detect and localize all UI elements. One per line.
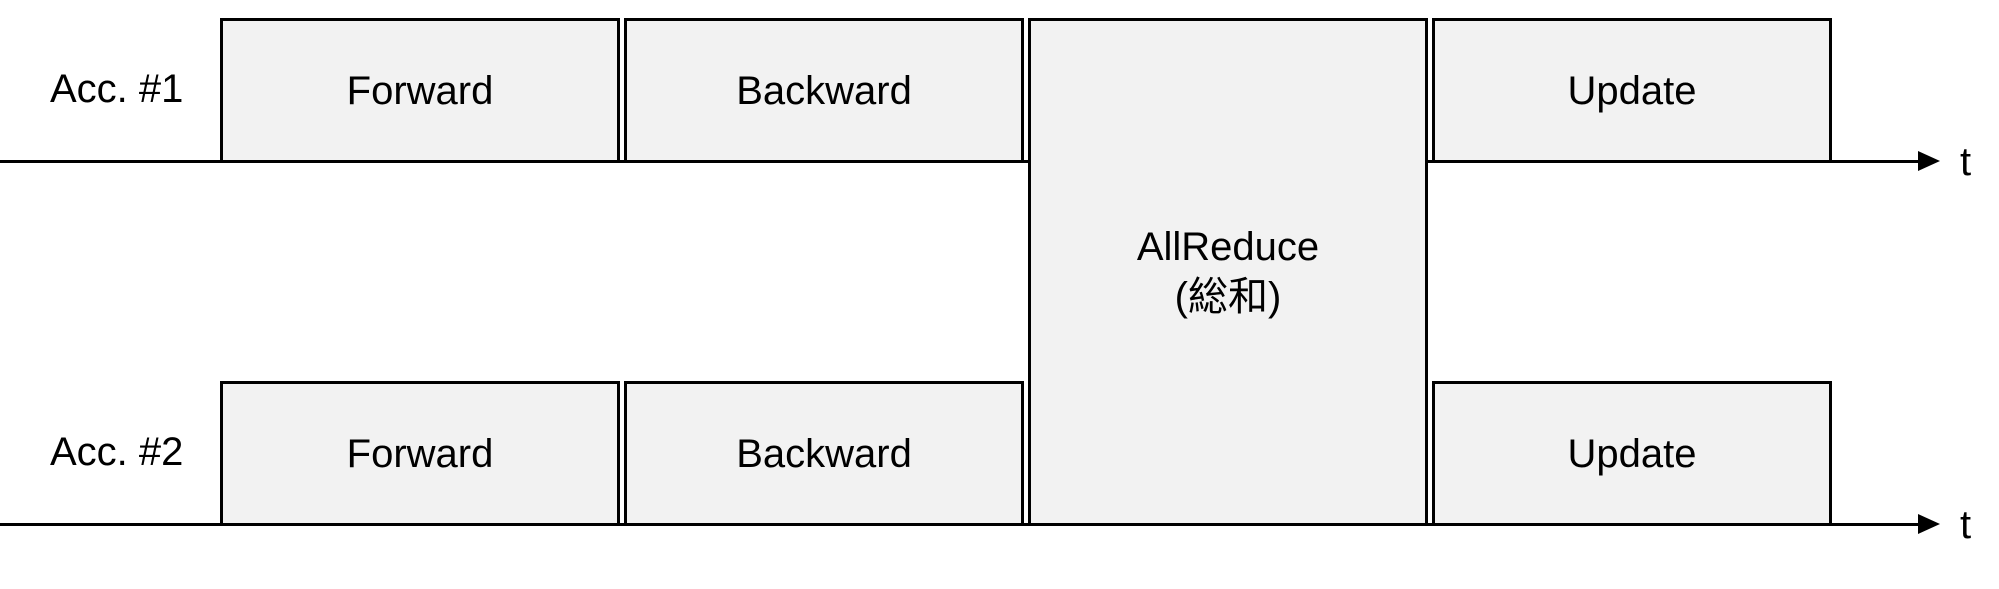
row2-update-box: Update [1432, 381, 1832, 526]
row2-label: Acc. #2 [50, 430, 183, 475]
row2-backward-label: Backward [736, 429, 912, 479]
row1-backward-box: Backward [624, 18, 1024, 163]
row1-update-box: Update [1432, 18, 1832, 163]
allreduce-line2: (総和) [1175, 275, 1282, 319]
row1-backward-label: Backward [736, 66, 912, 116]
row2-forward-label: Forward [347, 429, 494, 479]
row1-forward-label: Forward [347, 66, 494, 116]
allreduce-box: AllReduce (総和) [1028, 18, 1428, 526]
row1-forward-box: Forward [220, 18, 620, 163]
row1-axis-arrow [1918, 151, 1940, 171]
row1-axis-label: t [1960, 140, 1971, 185]
timeline-diagram: Acc. #1 Acc. #2 t t Forward Backward Upd… [0, 0, 1999, 589]
row1-label: Acc. #1 [50, 67, 183, 112]
row2-backward-box: Backward [624, 381, 1024, 526]
row2-update-label: Update [1568, 429, 1697, 479]
row1-update-label: Update [1568, 66, 1697, 116]
row2-forward-box: Forward [220, 381, 620, 526]
row2-axis-label: t [1960, 503, 1971, 548]
row2-axis-arrow [1918, 514, 1940, 534]
allreduce-label: AllReduce (総和) [1137, 222, 1319, 322]
allreduce-line1: AllReduce [1137, 225, 1319, 269]
